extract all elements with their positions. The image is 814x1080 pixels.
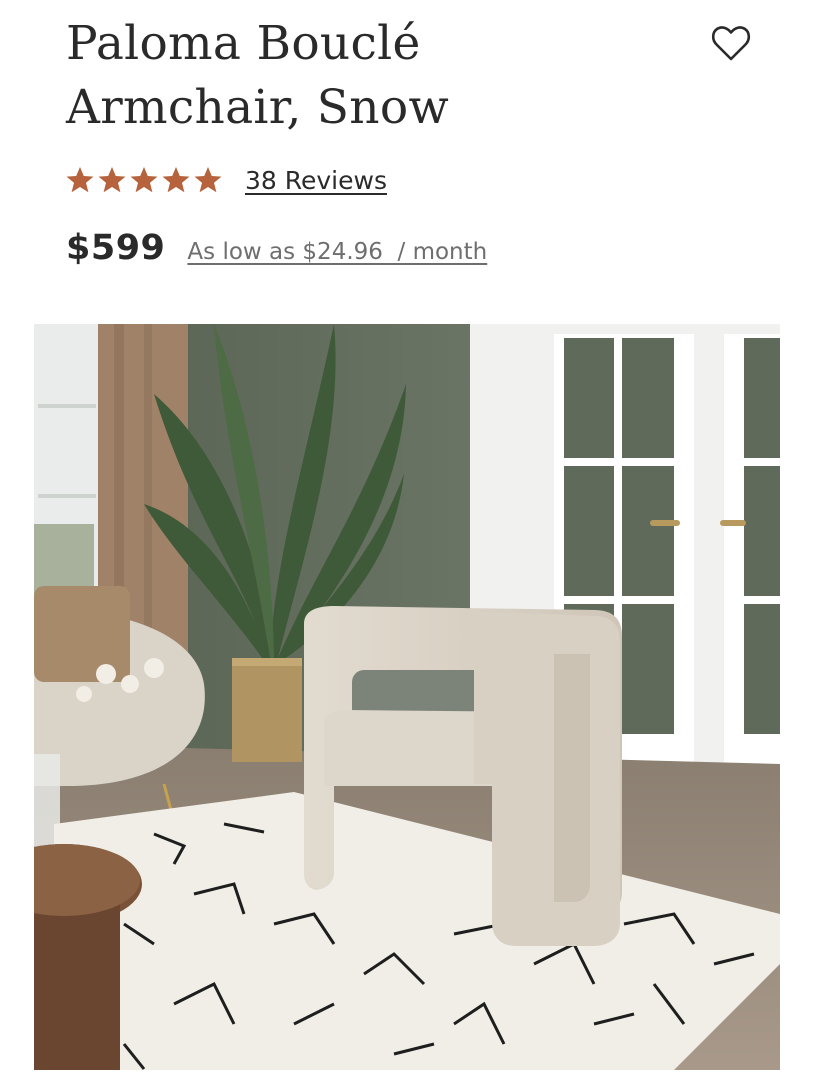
rating-row: 38 Reviews [65, 160, 387, 200]
star-icon [161, 165, 191, 195]
star-icon [97, 165, 127, 195]
financing-link[interactable]: As low as $24.96 / month [187, 239, 487, 265]
reviews-link[interactable]: 38 Reviews [245, 166, 387, 195]
price-row: $599 As low as $24.96 / month [66, 228, 487, 268]
product-title: Paloma Bouclé Armchair, Snow [66, 16, 449, 135]
star-icon [65, 165, 95, 195]
star-icon [193, 165, 223, 195]
product-image[interactable] [34, 324, 780, 1070]
wishlist-heart-icon[interactable] [708, 20, 754, 66]
product-price: $599 [66, 228, 166, 268]
star-icon [129, 165, 159, 195]
star-rating [65, 165, 223, 195]
